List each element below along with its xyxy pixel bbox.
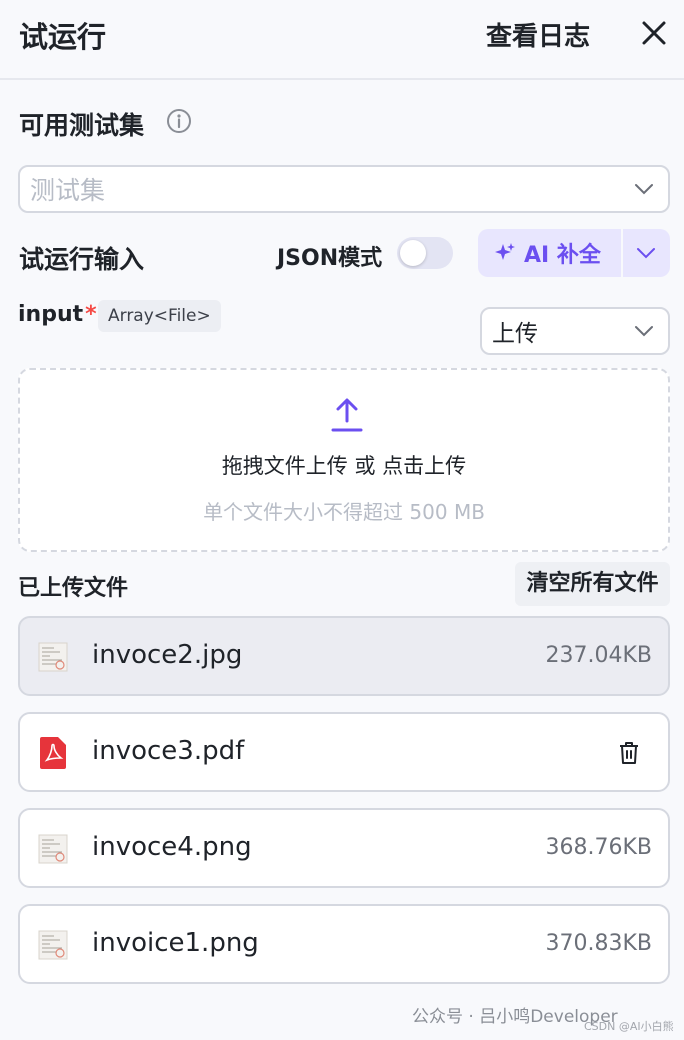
file-size: 237.04KB — [545, 643, 653, 668]
dataset-label: 可用测试集 — [19, 111, 145, 140]
ai-fill-label: AI 补全 — [524, 243, 601, 268]
source-select-value: 上传 — [492, 321, 538, 347]
dataset-placeholder: 测试集 — [30, 176, 106, 205]
file-size: 370.83KB — [545, 931, 653, 956]
sparkle-icon — [495, 243, 515, 260]
source-select[interactable]: 上传 — [480, 307, 670, 355]
file-name: invoce4.png — [92, 832, 252, 862]
dataset-select[interactable]: 测试集 — [18, 165, 670, 213]
file-item[interactable]: invoce3.pdf — [18, 712, 670, 792]
input-name: input — [18, 302, 84, 327]
dropzone-main-text: 拖拽文件上传 或 点击上传 — [221, 454, 467, 478]
dropzone-hint-text: 单个文件大小不得超过 500 MB — [203, 500, 485, 524]
pdf-file-icon — [40, 737, 66, 769]
file-size: 368.76KB — [545, 835, 653, 860]
input-field-label: input* — [18, 302, 97, 327]
file-item[interactable]: invoce2.jpg 237.04KB — [18, 616, 670, 696]
upload-icon — [331, 398, 363, 432]
clear-all-files-button[interactable]: 清空所有文件 — [515, 562, 670, 606]
file-name: invoce2.jpg — [92, 640, 243, 670]
image-thumbnail-icon — [38, 930, 68, 960]
file-item[interactable]: invoce4.png 368.76KB — [18, 808, 670, 888]
info-icon[interactable] — [166, 108, 192, 134]
required-mark: * — [85, 302, 97, 327]
chevron-down-icon — [635, 184, 653, 195]
ai-fill-dropdown[interactable] — [623, 229, 670, 277]
file-name: invoce3.pdf — [92, 736, 245, 766]
image-thumbnail-icon — [38, 642, 68, 672]
run-input-label: 试运行输入 — [19, 245, 145, 274]
panel-header: 试运行 查看日志 — [0, 0, 684, 80]
watermark-source: CSDN @AI小白熊 — [584, 1020, 674, 1033]
file-dropzone[interactable]: 拖拽文件上传 或 点击上传 单个文件大小不得超过 500 MB — [18, 368, 670, 552]
chevron-down-icon — [637, 248, 655, 259]
image-thumbnail-icon — [38, 834, 68, 864]
panel-title: 试运行 — [19, 20, 107, 54]
file-item[interactable]: invoice1.png 370.83KB — [18, 904, 670, 984]
uploaded-files-label: 已上传文件 — [18, 576, 129, 601]
file-name: invoice1.png — [92, 928, 259, 958]
close-icon[interactable] — [638, 17, 670, 49]
view-log-button[interactable]: 查看日志 — [486, 16, 590, 53]
trash-icon[interactable] — [618, 740, 640, 766]
json-mode-label: JSON模式 — [277, 246, 383, 271]
toggle-knob — [400, 240, 426, 266]
chevron-down-icon — [635, 326, 653, 337]
json-mode-toggle[interactable] — [397, 237, 453, 269]
ai-fill-button[interactable]: AI 补全 — [478, 229, 621, 277]
type-tag: Array<File> — [98, 300, 221, 332]
